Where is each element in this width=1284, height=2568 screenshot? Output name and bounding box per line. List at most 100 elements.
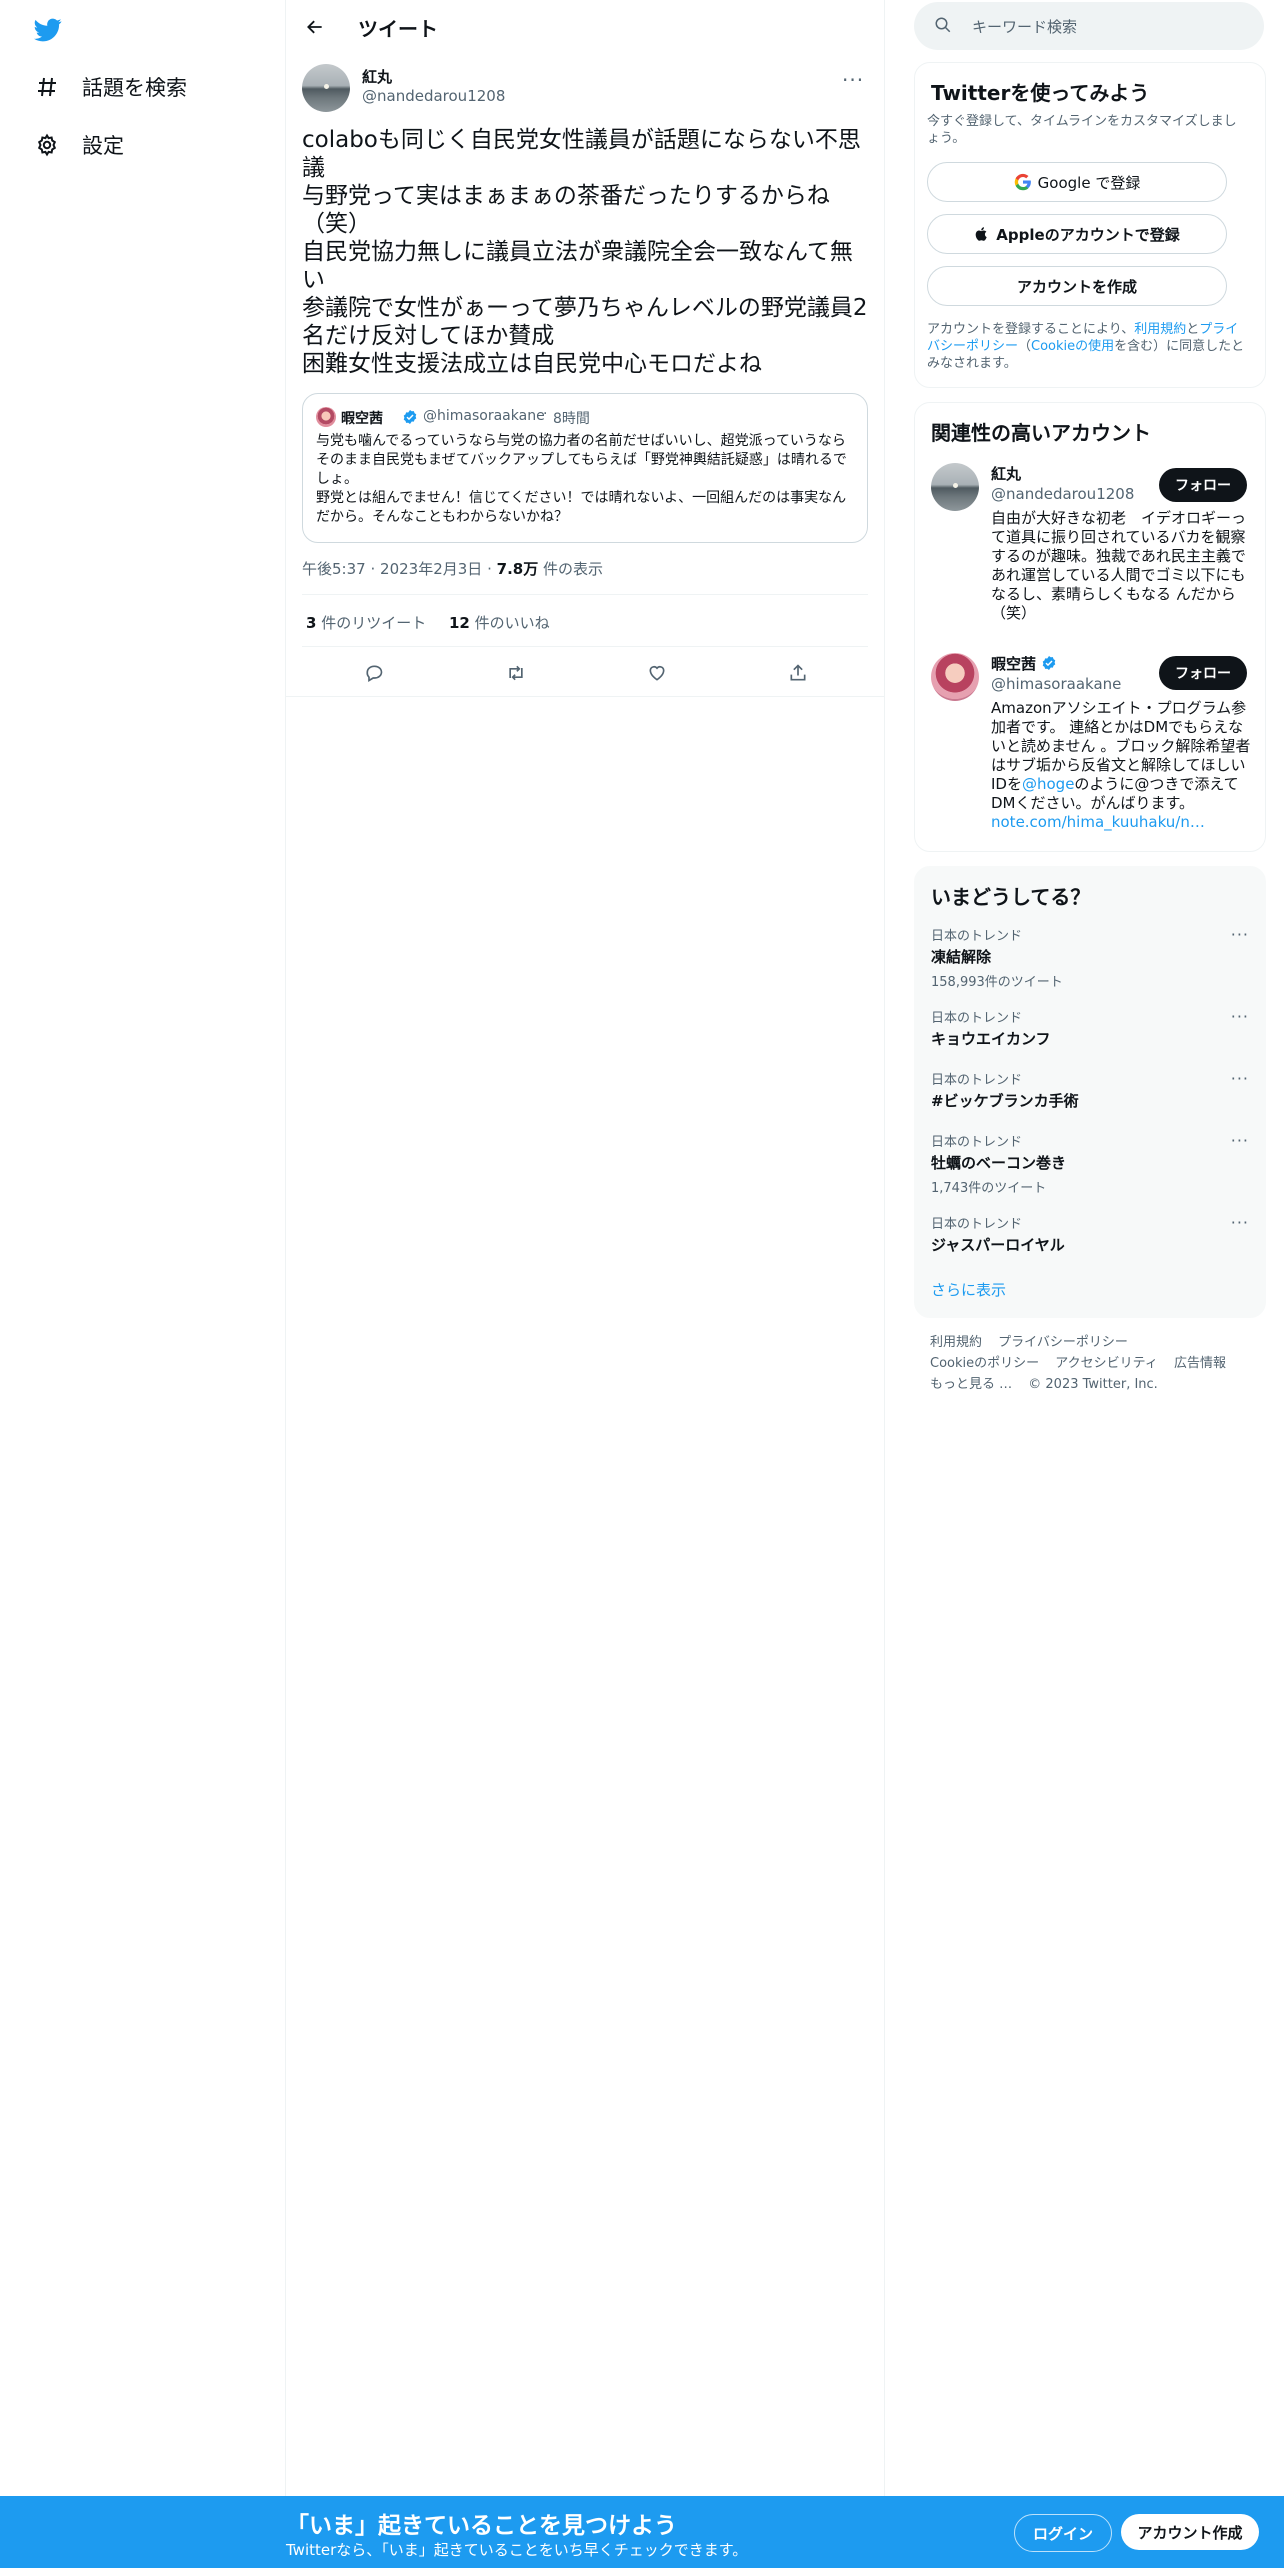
trend-count: 1,743件のツイート bbox=[931, 1181, 1047, 1196]
like-label: 件のいいね bbox=[469, 614, 550, 632]
gear-icon bbox=[34, 132, 60, 158]
retweet-count: 3 bbox=[306, 614, 317, 632]
trend-item[interactable]: 日本のトレンド #ビッケブランカ手術 ··· bbox=[931, 1069, 1249, 1111]
hashtag-icon bbox=[34, 74, 60, 100]
related-title: 関連性の高いアカウント bbox=[931, 421, 1151, 445]
page-title: ツイート bbox=[358, 17, 438, 41]
apple-icon bbox=[974, 225, 990, 243]
retweet-stat[interactable]: 3 件のリツイート bbox=[306, 614, 426, 632]
bio-mention-link[interactable]: @hoge bbox=[1022, 775, 1074, 793]
signup-button[interactable]: アカウント作成 bbox=[1121, 2514, 1259, 2550]
bio-url-link[interactable]: note.com/hima_kuuhaku/n… bbox=[991, 813, 1205, 831]
copyright: © 2023 Twitter, Inc. bbox=[1028, 1377, 1158, 1392]
page-header: ツイート bbox=[286, 0, 884, 53]
account-bio: Amazonアソシエイト・プログラム参加者です。 連絡とかはDMでもらえないと読… bbox=[991, 699, 1251, 832]
tweet-date[interactable]: 2023年2月3日 bbox=[380, 560, 482, 578]
footer-more-link[interactable]: もっと見る … bbox=[930, 1377, 1012, 1392]
retweet-label: 件のリツイート bbox=[316, 614, 427, 632]
follow-button[interactable]: フォロー bbox=[1159, 468, 1247, 502]
like-stat[interactable]: 12 件のいいね bbox=[449, 614, 550, 632]
more-options-icon[interactable]: ··· bbox=[842, 68, 864, 92]
quoted-tweet[interactable]: 暇空茜 @himasoraakane · 8時間 与党も噛んでるっていうなら与党… bbox=[302, 393, 868, 543]
avatar[interactable] bbox=[931, 463, 979, 511]
author-handle[interactable]: @nandedarou1208 bbox=[362, 87, 505, 105]
account-handle[interactable]: @himasoraakane bbox=[991, 675, 1121, 693]
author-name[interactable]: 紅丸 bbox=[362, 66, 392, 87]
signup-legal: アカウントを登録することにより、利用規約とプライバシーポリシー（Cookieの使… bbox=[927, 321, 1247, 372]
meta-separator: · bbox=[487, 560, 492, 578]
avatar[interactable] bbox=[931, 653, 979, 701]
trend-count: 158,993件のツイート bbox=[931, 975, 1063, 990]
trend-category: 日本のトレンド bbox=[931, 929, 1023, 944]
quote-text: 与党も噛んでるっていうなら与党の協力者の名前だせばいいし、超党派っていうならその… bbox=[316, 433, 847, 525]
show-more-link[interactable]: さらに表示 bbox=[931, 1279, 1006, 1300]
account-name-text: 暇空茜 bbox=[991, 655, 1037, 673]
footer-link[interactable]: 利用規約 bbox=[930, 1335, 982, 1350]
like-count: 12 bbox=[449, 614, 470, 632]
twitter-bird-icon[interactable] bbox=[32, 16, 64, 44]
tweet-actions bbox=[302, 648, 868, 696]
more-options-icon[interactable]: ··· bbox=[1231, 1131, 1249, 1150]
google-signup-label: Google で登録 bbox=[1037, 173, 1141, 192]
trend-topic: 牡蠣のベーコン巻き bbox=[931, 1154, 1067, 1172]
account-name[interactable]: 紅丸 bbox=[991, 463, 1021, 484]
account-handle[interactable]: @nandedarou1208 bbox=[991, 485, 1134, 503]
like-icon[interactable] bbox=[642, 658, 672, 688]
search-box[interactable] bbox=[914, 2, 1264, 50]
share-icon[interactable] bbox=[783, 658, 813, 688]
footer-link[interactable]: 広告情報 bbox=[1174, 1356, 1226, 1371]
engagement-stats: 3 件のリツイート 12 件のいいね bbox=[306, 612, 550, 633]
search-input[interactable] bbox=[970, 13, 1234, 41]
google-signup-button[interactable]: Google で登録 bbox=[927, 162, 1227, 202]
footer-link[interactable]: Cookieのポリシー bbox=[930, 1356, 1039, 1371]
divider bbox=[302, 646, 868, 647]
more-options-icon[interactable]: ··· bbox=[1231, 1213, 1249, 1232]
meta-separator: · bbox=[370, 560, 376, 578]
arrow-left-icon[interactable] bbox=[300, 12, 330, 42]
more-options-icon[interactable]: ··· bbox=[1231, 1069, 1249, 1088]
google-icon bbox=[1014, 173, 1032, 191]
nav-explore-label: 話題を検索 bbox=[82, 76, 187, 100]
verified-badge-icon bbox=[1041, 656, 1057, 675]
nav-explore[interactable]: 話題を検索 bbox=[34, 67, 187, 107]
trend-item[interactable]: 日本のトレンド ジャスパーロイヤル ··· bbox=[931, 1213, 1249, 1255]
banner-title: 「いま」起きていることを見つけよう bbox=[286, 2513, 677, 2539]
footer: 利用規約 プライバシーポリシー Cookieのポリシー アクセシビリティ 広告情… bbox=[930, 1332, 1238, 1395]
nav-settings[interactable]: 設定 bbox=[34, 125, 124, 165]
avatar[interactable] bbox=[302, 64, 350, 112]
login-button[interactable]: ログイン bbox=[1014, 2514, 1112, 2552]
retweet-icon[interactable] bbox=[501, 658, 531, 688]
trend-item[interactable]: 日本のトレンド キョウエイカンフ ··· bbox=[931, 1007, 1249, 1049]
reply-icon[interactable] bbox=[359, 658, 389, 688]
legal-and: と bbox=[1186, 322, 1200, 337]
signup-subtitle: 今すぐ登録して、タイムラインをカスタマイズしましょう。 bbox=[927, 114, 1237, 146]
quote-separator: · bbox=[543, 406, 548, 422]
more-options-icon[interactable]: ··· bbox=[1231, 925, 1249, 944]
more-options-icon[interactable]: ··· bbox=[1231, 1007, 1249, 1026]
tweet-time[interactable]: 午後5:37 bbox=[302, 560, 366, 578]
related-accounts-card: 関連性の高いアカウント 紅丸 @nandedarou1208 フォロー 自由が大… bbox=[914, 402, 1266, 852]
legal-open: （ bbox=[1018, 339, 1032, 354]
trend-item[interactable]: 日本のトレンド 凍結解除 158,993件のツイート ··· bbox=[931, 925, 1249, 990]
footer-link[interactable]: プライバシーポリシー bbox=[998, 1335, 1128, 1350]
view-count-label: 件の表示 bbox=[538, 560, 603, 578]
signup-title: Twitterを使ってみよう bbox=[931, 81, 1150, 105]
trend-topic: 凍結解除 bbox=[931, 948, 992, 966]
apple-signup-label: Appleのアカウントで登録 bbox=[996, 225, 1180, 244]
trend-category: 日本のトレンド bbox=[931, 1011, 1023, 1026]
trend-category: 日本のトレンド bbox=[931, 1073, 1023, 1088]
verified-badge-icon bbox=[402, 409, 418, 429]
trend-category: 日本のトレンド bbox=[931, 1135, 1023, 1150]
create-account-button[interactable]: アカウントを作成 bbox=[927, 266, 1227, 306]
apple-signup-button[interactable]: Appleのアカウントで登録 bbox=[927, 214, 1227, 254]
trend-topic: #ビッケブランカ手術 bbox=[931, 1092, 1079, 1110]
trend-topic: ジャスパーロイヤル bbox=[931, 1236, 1065, 1254]
terms-link[interactable]: 利用規約 bbox=[1134, 322, 1186, 337]
account-bio: 自由が大好きな初老 イデオロギーって道具に振り回されているバカを観察するのが趣味… bbox=[991, 509, 1247, 622]
cookie-link[interactable]: Cookieの使用 bbox=[1031, 339, 1114, 354]
trend-item[interactable]: 日本のトレンド 牡蠣のベーコン巻き 1,743件のツイート ··· bbox=[931, 1131, 1249, 1196]
signup-card: Twitterを使ってみよう 今すぐ登録して、タイムラインをカスタマイズしましょ… bbox=[914, 62, 1266, 388]
account-name[interactable]: 暇空茜 bbox=[991, 653, 1057, 674]
footer-link[interactable]: アクセシビリティ bbox=[1055, 1356, 1158, 1371]
follow-button[interactable]: フォロー bbox=[1159, 656, 1247, 690]
